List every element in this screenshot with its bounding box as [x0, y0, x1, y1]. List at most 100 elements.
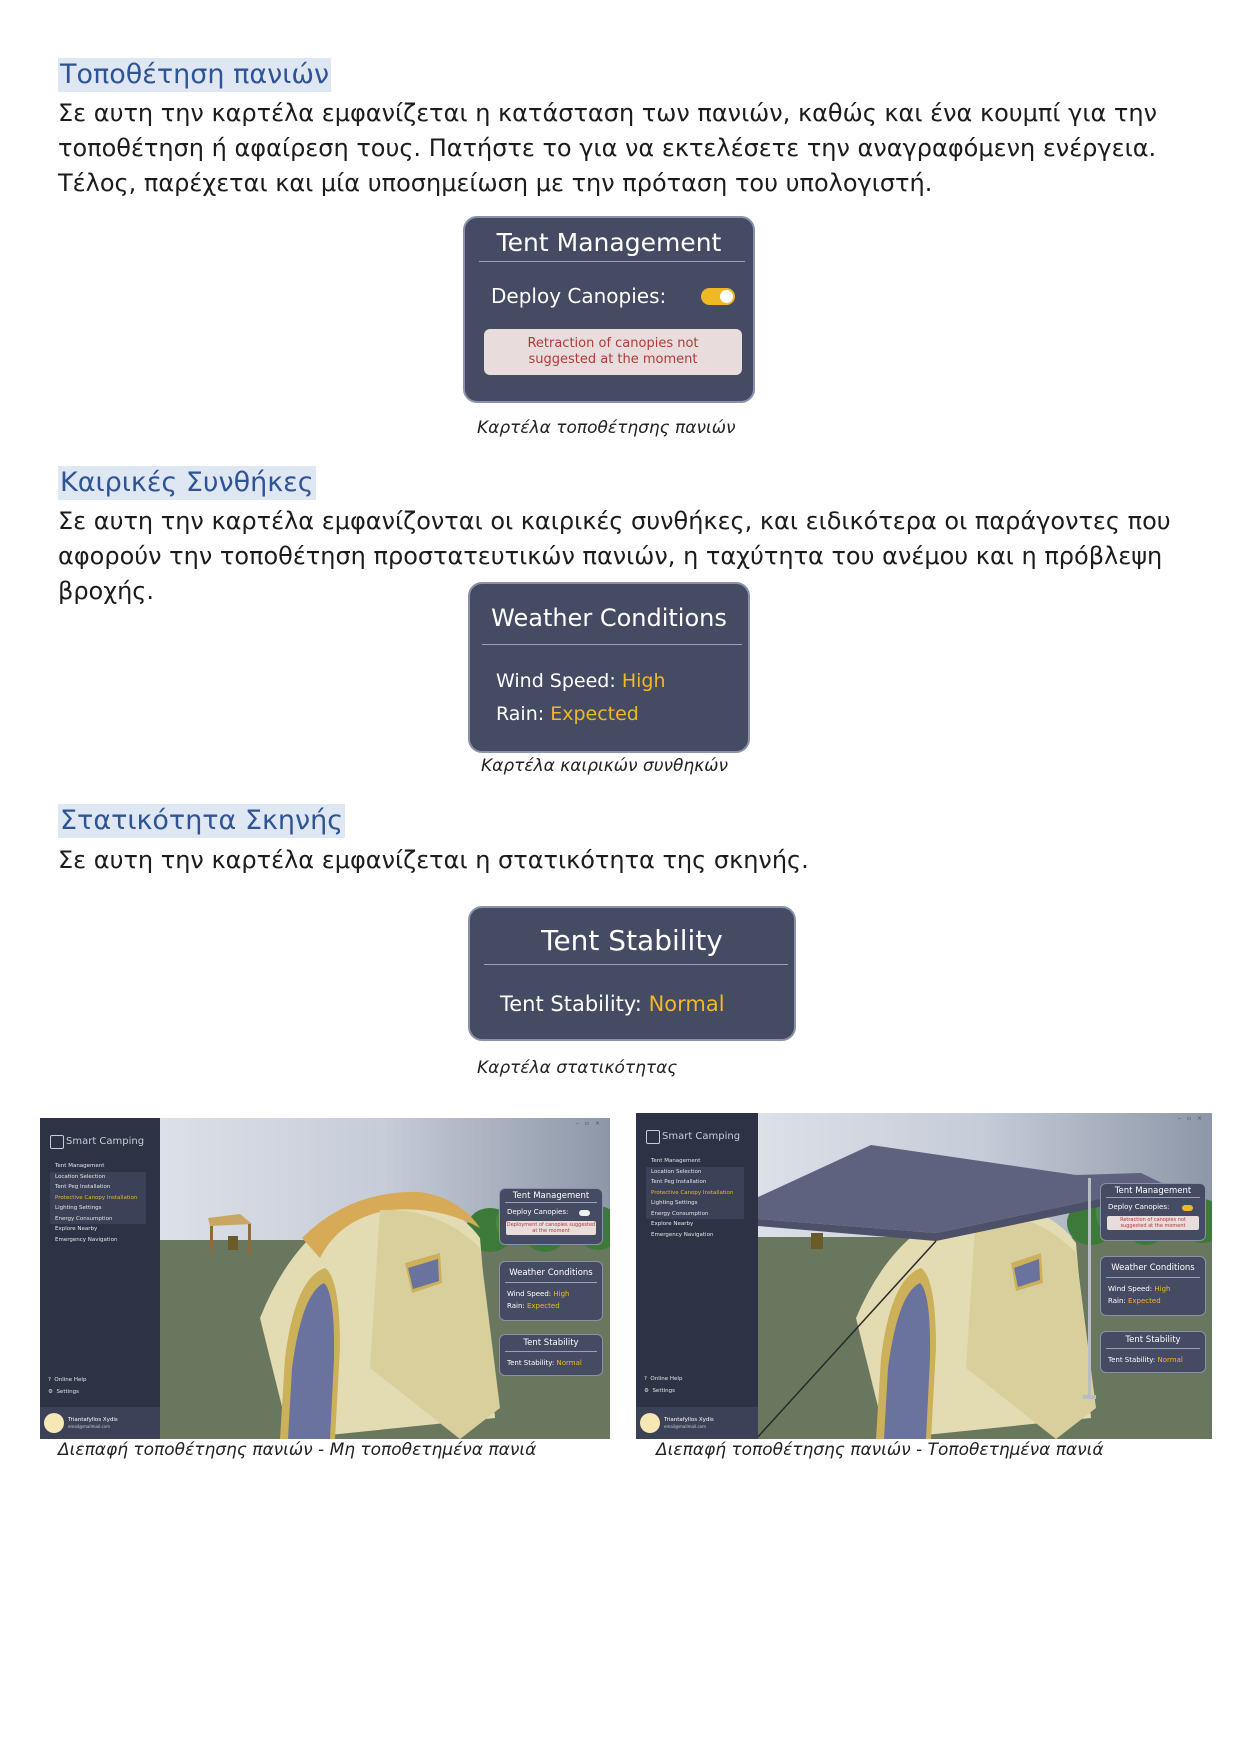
wind-speed-row: Wind Speed: High	[496, 670, 665, 692]
settings-label: Settings	[56, 1389, 79, 1395]
mini-weather-card: Weather Conditions Wind Speed: High Rain…	[499, 1261, 603, 1321]
mini-card-title: Tent Management	[512, 1191, 590, 1201]
app-name: Smart Camping	[662, 1131, 741, 1142]
mini-suggestion-note: Retraction of canopies not suggested at …	[1107, 1216, 1199, 1230]
sidebar-menu: Tent Management Location Selection Tent …	[50, 1161, 146, 1245]
caption-weather: Καρτέλα καιρικών συνθηκών	[481, 756, 728, 776]
mini-stability-card: Tent Stability Tent Stability: Normal	[1100, 1331, 1206, 1373]
window-controls[interactable]: –▫×	[1178, 1115, 1208, 1122]
tent-management-card: Tent Management Deploy Canopies: Retract…	[463, 216, 755, 403]
user-panel[interactable]: Triantafyllos Xydis email@mailmail.com	[636, 1407, 758, 1439]
online-help-link[interactable]: ? Online Help	[48, 1377, 86, 1383]
mini-stability-row: Tent Stability: Normal	[1108, 1356, 1183, 1364]
menu-item[interactable]: Lighting Settings	[50, 1203, 146, 1214]
online-help-label: Online Help	[54, 1377, 87, 1383]
menu-item[interactable]: Tent Peg Installation	[646, 1177, 744, 1188]
mini-rain-label: Rain:	[507, 1302, 525, 1310]
menu-item[interactable]: Explore Nearby	[646, 1219, 744, 1230]
mini-stability-row: Tent Stability: Normal	[507, 1359, 582, 1367]
mini-wind-value: High	[1154, 1285, 1171, 1293]
card-divider	[482, 644, 742, 645]
mini-stability-value: Normal	[556, 1359, 582, 1367]
menu-item[interactable]: Lighting Settings	[646, 1198, 744, 1209]
mini-tent-management-card: Tent Management Deploy Canopies: Deploym…	[499, 1188, 603, 1245]
mini-tent-management-card: Tent Management Deploy Canopies: Retract…	[1100, 1183, 1206, 1241]
menu-item[interactable]: Emergency Navigation	[646, 1230, 744, 1241]
wind-speed-value: High	[621, 670, 666, 692]
mini-wind-value: High	[553, 1290, 570, 1298]
mini-stability-card: Tent Stability Tent Stability: Normal	[499, 1334, 603, 1376]
mini-card-divider	[505, 1351, 597, 1352]
mini-rain-label: Rain:	[1108, 1297, 1126, 1305]
tent-stability-card: Tent Stability Tent Stability: Normal	[468, 906, 796, 1041]
mini-weather-card: Weather Conditions Wind Speed: High Rain…	[1100, 1256, 1206, 1316]
rain-value: Expected	[550, 703, 639, 725]
screenshot-canopies-deployed: –▫× Smart Camping Tent Management Locati…	[636, 1113, 1212, 1439]
online-help-label: Online Help	[650, 1376, 683, 1382]
mini-card-title: Tent Stability	[523, 1338, 579, 1348]
user-name: Triantafyllos Xydis	[68, 1417, 118, 1423]
menu-item[interactable]: Tent Management	[50, 1161, 146, 1172]
card-divider	[484, 964, 788, 965]
menu-item[interactable]: Energy Consumption	[50, 1213, 146, 1224]
mini-rain-row: Rain: Expected	[507, 1302, 560, 1310]
menu-item[interactable]: Location Selection	[50, 1171, 146, 1182]
card-title: Tent Stability	[541, 924, 723, 957]
menu-item[interactable]: Energy Consumption	[646, 1208, 744, 1219]
section-text-canopies: Σε αυτη την καρτέλα εμφανίζεται η κατάστ…	[58, 99, 1157, 197]
help-icon: ?	[48, 1377, 51, 1383]
help-icon: ?	[644, 1376, 647, 1382]
user-email: email@mailmail.com	[68, 1424, 110, 1429]
toggle-knob	[720, 290, 733, 303]
screenshot-canopies-retracted: –▫× Smart Camping Tent Management Locati…	[40, 1118, 610, 1439]
user-name: Triantafyllos Xydis	[664, 1417, 714, 1423]
stability-value: Normal	[648, 992, 725, 1016]
avatar	[640, 1413, 660, 1433]
settings-link[interactable]: ⚙ Settings	[48, 1389, 79, 1395]
mini-stability-value: Normal	[1157, 1356, 1183, 1364]
menu-item[interactable]: Emergency Navigation	[50, 1235, 146, 1246]
section-heading-canopies: Τοποθέτηση πανιών	[58, 58, 332, 92]
section-heading-weather: Καιρικές Συνθήκες	[58, 466, 316, 500]
stability-label: Tent Stability:	[500, 992, 642, 1016]
stability-row: Tent Stability: Normal	[500, 992, 725, 1016]
mini-card-title: Weather Conditions	[509, 1268, 593, 1278]
mini-deploy-toggle[interactable]	[1182, 1205, 1193, 1211]
avatar	[44, 1413, 64, 1433]
caption-screenshot-deployed: Διεπαφή τοποθέτησης πανιών - Τοποθετημέν…	[656, 1440, 1104, 1460]
menu-item-active[interactable]: Protective Canopy Installation	[646, 1187, 744, 1198]
wind-speed-label: Wind Speed:	[496, 670, 616, 692]
gear-icon: ⚙	[48, 1389, 53, 1395]
mini-card-title: Tent Stability	[1125, 1335, 1181, 1345]
menu-item[interactable]: Tent Peg Installation	[50, 1182, 146, 1193]
rain-label: Rain:	[496, 703, 545, 725]
window-controls[interactable]: –▫×	[576, 1120, 606, 1127]
mini-card-divider	[1106, 1277, 1200, 1278]
user-email: email@mailmail.com	[664, 1424, 706, 1429]
menu-item[interactable]: Explore Nearby	[50, 1224, 146, 1235]
gear-icon: ⚙	[644, 1388, 649, 1394]
mini-rain-value: Expected	[526, 1302, 560, 1310]
mini-card-divider	[505, 1282, 597, 1283]
mini-rain-row: Rain: Expected	[1108, 1297, 1161, 1305]
menu-item[interactable]: Tent Management	[646, 1156, 744, 1167]
weather-conditions-card: Weather Conditions Wind Speed: High Rain…	[468, 582, 750, 753]
mini-card-divider	[1106, 1197, 1200, 1198]
sidebar-menu: Tent Management Location Selection Tent …	[646, 1156, 744, 1240]
section-heading-stability: Στατικότητα Σκηνής	[58, 804, 346, 838]
mini-card-divider	[1106, 1348, 1200, 1349]
app-logo-icon	[646, 1130, 660, 1144]
caption-screenshot-retracted: Διεπαφή τοποθέτησης πανιών - Μη τοποθετη…	[58, 1440, 537, 1460]
settings-link[interactable]: ⚙ Settings	[644, 1388, 675, 1394]
mini-deploy-toggle[interactable]	[579, 1210, 590, 1216]
caption-canopies: Καρτέλα τοποθέτησης πανιών	[477, 418, 736, 438]
mini-deploy-label: Deploy Canopies:	[507, 1208, 569, 1216]
menu-item[interactable]: Location Selection	[646, 1166, 744, 1177]
mini-stability-label: Tent Stability:	[507, 1359, 555, 1367]
online-help-link[interactable]: ? Online Help	[644, 1376, 682, 1382]
app-logo-icon	[50, 1135, 64, 1149]
menu-item-active[interactable]: Protective Canopy Installation	[50, 1192, 146, 1203]
deploy-canopies-toggle[interactable]	[701, 288, 735, 305]
mini-card-title: Tent Management	[1114, 1186, 1192, 1196]
user-panel[interactable]: Triantafyllos Xydis email@mailmail.com	[40, 1407, 160, 1439]
